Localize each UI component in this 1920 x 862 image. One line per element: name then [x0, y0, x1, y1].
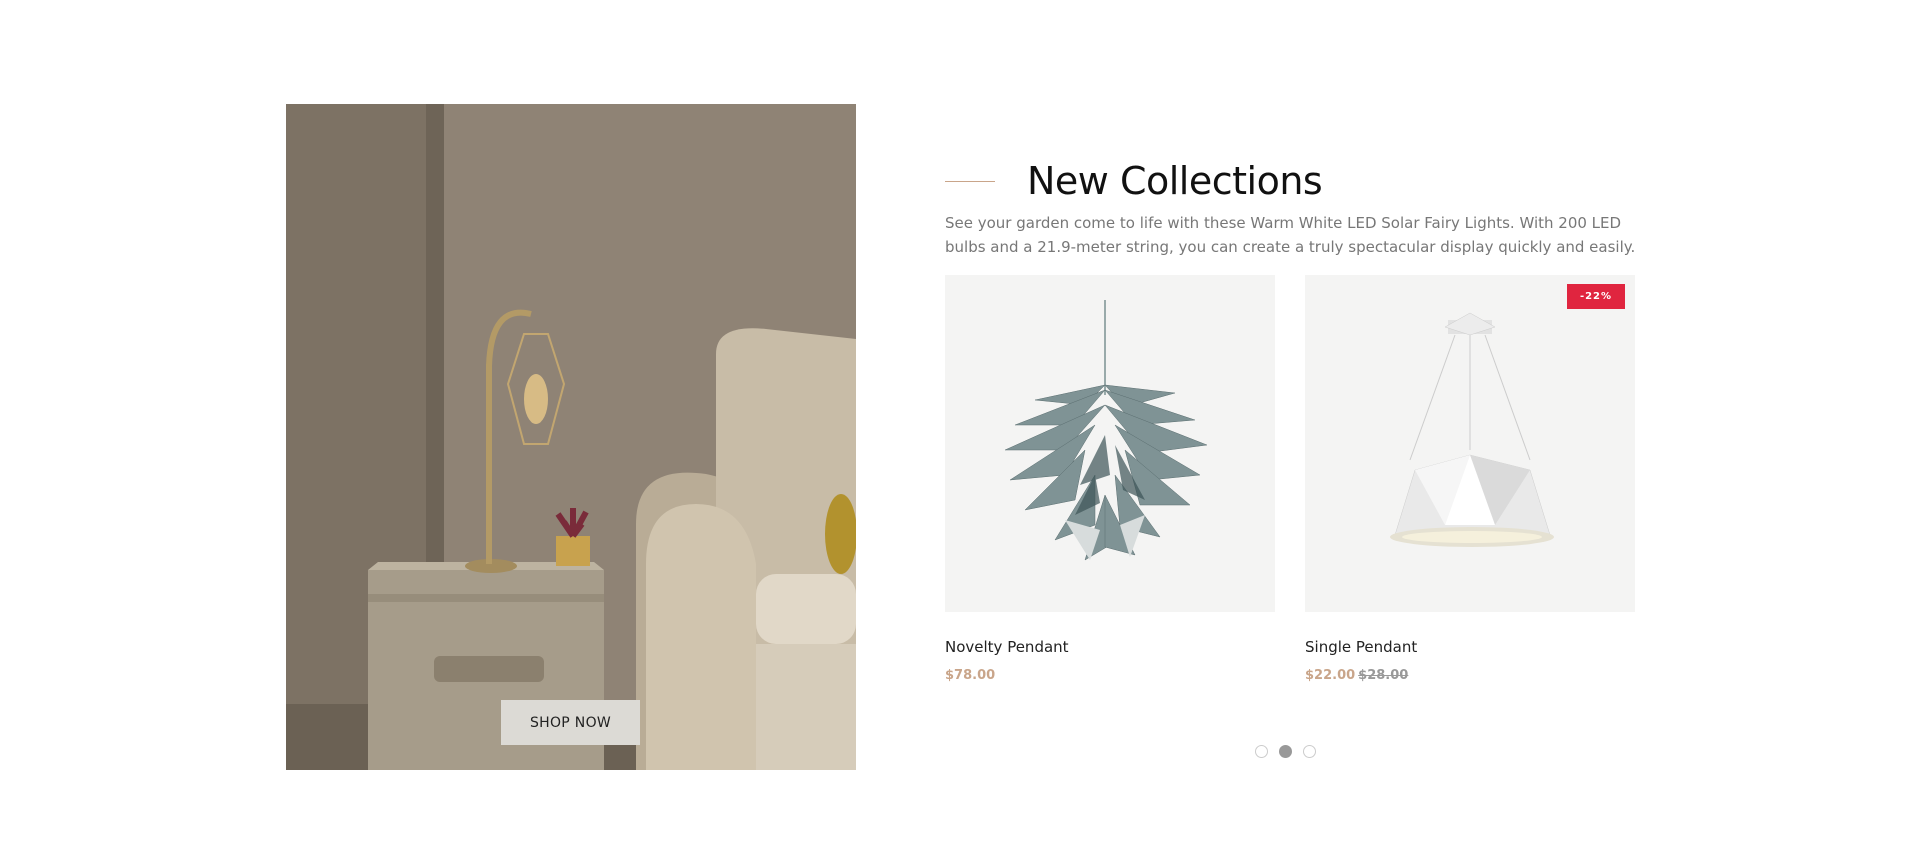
living-room-lamp-image — [286, 104, 856, 770]
product-name[interactable]: Novelty Pendant — [945, 638, 1275, 656]
carousel-dot-active[interactable] — [1279, 745, 1292, 758]
carousel-dot[interactable] — [1255, 745, 1268, 758]
heading-divider — [945, 180, 995, 182]
carousel-pagination — [1255, 745, 1316, 758]
section-title: New Collections — [1027, 159, 1323, 203]
section-heading: New Collections — [945, 158, 1323, 204]
carousel-dot[interactable] — [1303, 745, 1316, 758]
product-image[interactable] — [945, 275, 1275, 612]
product-image[interactable]: -22% — [1305, 275, 1635, 612]
product-prices: $78.00 — [945, 668, 1275, 683]
product-card[interactable]: Novelty Pendant $78.00 — [945, 275, 1275, 683]
section-description: See your garden come to life with these … — [945, 214, 1636, 256]
product-price: $78.00 — [945, 668, 996, 683]
dome-pendant-image — [1390, 312, 1554, 547]
pinecone-pendant-image — [1004, 300, 1208, 561]
shop-now-button[interactable]: SHOP NOW — [501, 700, 640, 745]
product-prices: $22.00 $28.00 — [1305, 668, 1635, 683]
product-price: $22.00 — [1305, 668, 1356, 683]
product-old-price: $28.00 — [1358, 668, 1409, 683]
product-name[interactable]: Single Pendant — [1305, 638, 1635, 656]
product-card[interactable]: -22% Single Pendant $22.00 $28.00 — [1305, 275, 1635, 683]
promo-banner: SHOP NOW — [286, 104, 856, 770]
discount-badge: -22% — [1567, 284, 1625, 309]
